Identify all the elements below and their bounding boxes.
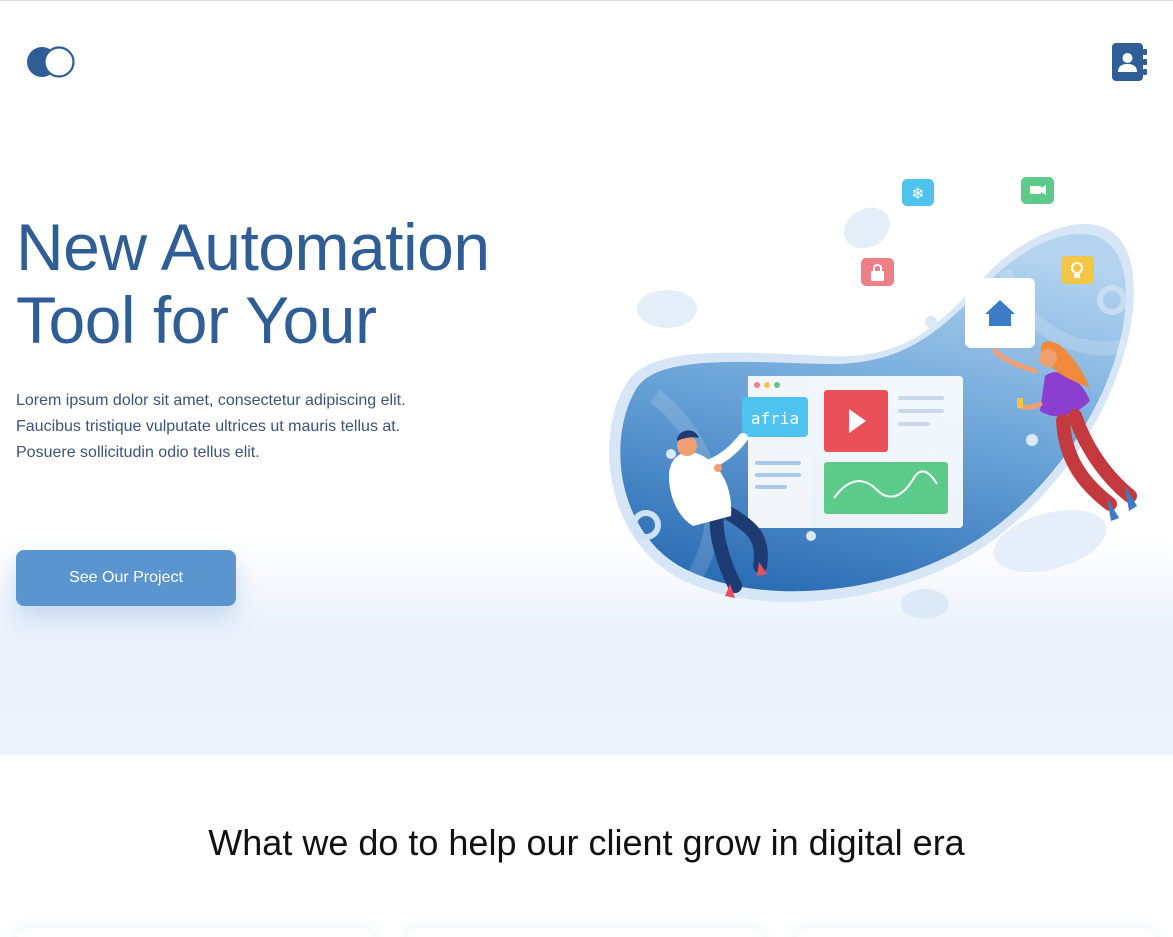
- decor-dot: [925, 316, 937, 328]
- hero-desc-line: Posuere sollicitudin odio tellus elit.: [16, 444, 260, 461]
- hero-title-line: New Automation: [16, 210, 490, 284]
- service-card[interactable]: [796, 928, 1156, 937]
- video-camera-icon: [1021, 177, 1054, 204]
- decor-dot: [1026, 434, 1038, 446]
- logo-icon[interactable]: [26, 45, 76, 79]
- service-card[interactable]: [16, 928, 374, 937]
- snowflake-icon: ❄: [902, 179, 934, 206]
- decor-dot: [666, 449, 676, 459]
- decor-blob: [901, 589, 949, 619]
- see-our-project-button[interactable]: See Our Project: [16, 550, 236, 606]
- decor-dot: [806, 531, 816, 541]
- hero-desc-line: Faucibus tristique vulputate ultrices ut…: [16, 418, 401, 435]
- hero-title-line: Tool for Your: [16, 283, 377, 357]
- address-book-icon[interactable]: [1111, 42, 1147, 82]
- hero-section: New Automation Tool for Your Lorem ipsum…: [0, 1, 1173, 755]
- afria-badge-text: afria: [751, 409, 799, 428]
- svg-text:❄: ❄: [911, 184, 924, 203]
- hero-desc-line: Lorem ipsum dolor sit amet, consectetur …: [16, 392, 406, 409]
- lock-icon: [861, 258, 894, 286]
- hero-title: New Automation Tool for Your: [16, 211, 576, 357]
- hero-description: Lorem ipsum dolor sit amet, consectetur …: [16, 388, 496, 466]
- decor-blob: [637, 290, 697, 328]
- hero-illustration: ❄ afria: [609, 177, 1137, 619]
- decor-blob: [844, 207, 890, 249]
- services-title: What we do to help our client grow in di…: [208, 822, 965, 863]
- home-card: [965, 278, 1035, 348]
- afria-badge: afria: [742, 397, 808, 437]
- lightbulb-icon: [1061, 256, 1094, 284]
- service-card[interactable]: [406, 928, 764, 937]
